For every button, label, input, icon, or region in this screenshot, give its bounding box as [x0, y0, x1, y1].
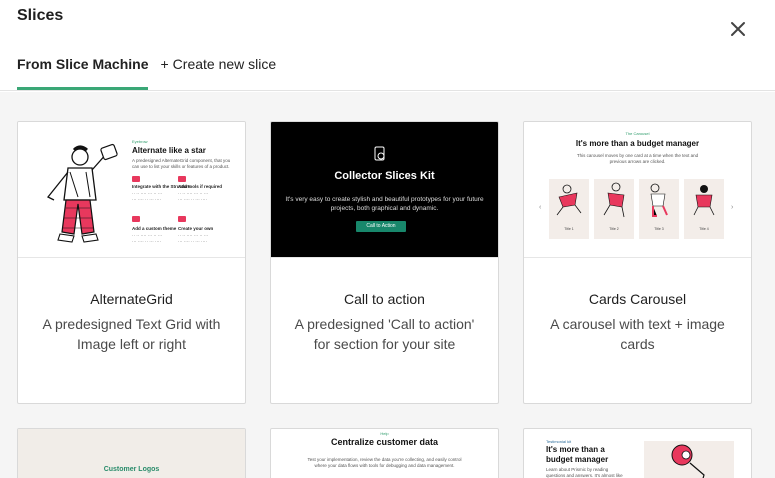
person-illustration-icon	[671, 444, 705, 478]
thumb-subtitle: Learn about Prismic by reading questions…	[546, 467, 623, 478]
slice-card-call-to-action[interactable]: Collector Slices Kit It's very easy to c…	[270, 121, 499, 404]
figure-illustration-icon	[693, 185, 715, 216]
thumb-feature-icon	[132, 216, 140, 222]
slice-name: Cards Carousel	[588, 291, 687, 307]
thumb-eyebrow: The Carousel	[625, 131, 650, 136]
tab-label: From Slice Machine	[17, 56, 149, 72]
thumb-eyebrow: Eyebrow	[132, 139, 148, 144]
slice-name: AlternateGrid	[90, 291, 173, 307]
close-icon[interactable]	[729, 20, 747, 38]
slice-card-centralize-data[interactable]: Help Centralize customer data Test your …	[270, 428, 499, 478]
slide-title: Title 1	[564, 227, 574, 231]
thumb-heading: Centralize customer data	[330, 437, 439, 447]
thumb-subtitle: Test your implementation, review the dat…	[307, 457, 462, 468]
figure-illustration-icon	[603, 182, 625, 218]
slice-description: A predesigned Text Grid with Image left …	[42, 316, 221, 352]
thumb-heading: It's more than a budget manager	[575, 139, 700, 148]
thumb-feature-icon	[132, 176, 140, 182]
slice-thumbnail: Eyebrow Alternate like a star A predesig…	[18, 122, 245, 258]
thumb-item: Add a custom theme	[132, 226, 177, 231]
figure-illustration-icon	[556, 184, 582, 216]
slice-thumbnail: Collector Slices Kit It's very easy to c…	[271, 122, 498, 258]
thumb-slide: Title 2	[594, 179, 634, 239]
slice-thumbnail: Customer Logos	[18, 429, 245, 478]
slice-description: A carousel with text + image cards	[550, 316, 725, 352]
thumb-heading: Customer Logos	[103, 466, 160, 473]
thumb-item: Create your own	[178, 226, 214, 231]
thumb-item-text: ·· ·· ···· ··· ·· ··· ··· ···· ·· ··· ···…	[132, 233, 163, 244]
thumb-feature-icon	[178, 216, 186, 222]
slice-card-testimonial[interactable]: Testimonial kit It's more than a budget …	[523, 428, 752, 478]
figure-illustration-icon	[650, 183, 668, 217]
slice-card-customer-logos[interactable]: Customer Logos	[17, 428, 246, 478]
slice-grid: Eyebrow Alternate like a star A predesig…	[0, 92, 775, 478]
thumb-slide: Title 1	[549, 179, 589, 239]
thumb-cta-button: Call to Action	[356, 221, 406, 232]
phone-icon	[374, 146, 385, 161]
slide-title: Title 3	[654, 227, 664, 231]
thumb-heading: Collector Slices Kit	[334, 170, 435, 182]
slice-thumbnail: The Carousel It's more than a budget man…	[524, 122, 751, 258]
thumb-item-text: ·· ·· ···· ··· ·· ··· ··· ···· ·· ··· ···…	[178, 191, 209, 202]
thumb-subtitle: This carousel moves by one card at a tim…	[576, 153, 699, 164]
tab-bar: From Slice Machine + Create new slice	[17, 56, 288, 91]
slice-card-alternategrid[interactable]: Eyebrow Alternate like a star A predesig…	[17, 121, 246, 404]
person-illustration-icon	[46, 143, 118, 243]
thumb-subtitle: It's very easy to create stylish and bea…	[285, 196, 484, 212]
plus-icon: +	[160, 56, 169, 72]
slice-thumbnail: Help Centralize customer data Test your …	[271, 429, 498, 478]
slice-description: A predesigned 'Call to action' for secti…	[294, 316, 475, 352]
slide-title: Title 4	[699, 227, 709, 231]
tab-from-slice-machine[interactable]: From Slice Machine	[17, 56, 149, 90]
thumb-eyebrow: Help	[380, 431, 389, 436]
thumb-subtitle: A predesigned AlternateGrid component, t…	[132, 158, 231, 169]
slice-card-cards-carousel[interactable]: The Carousel It's more than a budget man…	[523, 121, 752, 404]
thumb-item-text: ·· ·· ···· ··· ·· ··· ··· ···· ·· ··· ···…	[178, 233, 209, 244]
thumb-item-text: ·· ·· ···· ··· ·· ··· ··· ···· ·· ··· ···…	[132, 191, 163, 202]
modal-title: Slices	[17, 7, 64, 24]
thumb-item: Add tools if required	[178, 184, 223, 189]
modal-header: Slices From Slice Machine + Create new sl…	[0, 0, 775, 91]
slice-name: Call to action	[344, 291, 425, 307]
thumb-eyebrow: Testimonial kit	[546, 439, 572, 444]
thumb-feature-icon	[178, 176, 186, 182]
tab-label: Create new slice	[172, 56, 277, 72]
slide-title: Title 2	[609, 227, 619, 231]
tab-create-new-slice[interactable]: + Create new slice	[160, 56, 276, 90]
thumb-slide: Title 4	[684, 179, 724, 239]
thumb-slide: Title 3	[639, 179, 679, 239]
slice-thumbnail: Testimonial kit It's more than a budget …	[524, 429, 751, 478]
thumb-slides: Title 1 Title 2 Title 3 Title 4	[549, 179, 724, 239]
chevron-left-icon: ‹	[539, 204, 542, 211]
thumb-heading: It's more than a budget manager	[546, 445, 609, 464]
chevron-right-icon: ›	[731, 204, 734, 211]
thumb-heading: Alternate like a star	[132, 146, 206, 155]
